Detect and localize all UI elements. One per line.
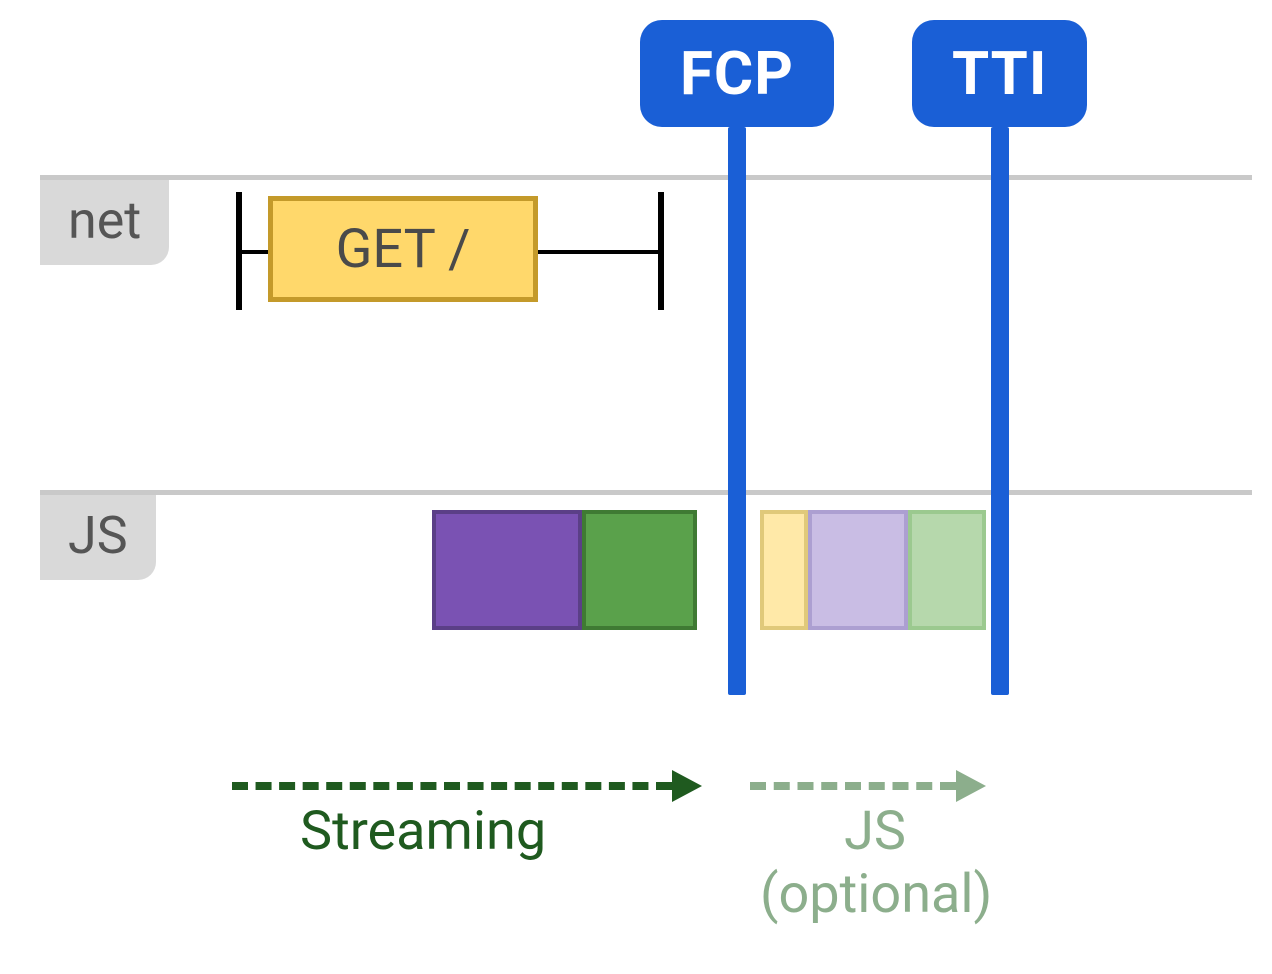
marker-fcp-badge: FCP (640, 20, 834, 127)
arrow-js-optional-label: JS (optional) (760, 800, 990, 926)
arrow-streaming-label: Streaming (300, 800, 546, 863)
js-task-purple (432, 510, 582, 630)
marker-tti: TTI (912, 20, 1087, 695)
arrow-streaming-line (232, 782, 672, 790)
net-request-start-tick (236, 192, 242, 310)
arrow-js-optional-line2: (optional) (760, 863, 992, 926)
marker-tti-badge: TTI (912, 20, 1087, 127)
arrow-js-optional-head-icon (956, 770, 986, 802)
marker-tti-stem (991, 127, 1009, 695)
arrow-streaming-head-icon (672, 770, 702, 802)
timeline-diagram: net GET / JS FCP TTI Streaming JS (optio… (0, 0, 1272, 974)
net-request-label: GET / (336, 218, 471, 281)
lane-js-label: JS (40, 495, 156, 580)
marker-fcp-stem (728, 127, 746, 695)
marker-fcp: FCP (640, 20, 834, 695)
arrow-streaming (232, 770, 702, 802)
lane-net-label: net (40, 180, 169, 265)
arrow-js-optional-line (750, 782, 956, 790)
net-request-box: GET / (268, 196, 538, 302)
arrow-js-optional (750, 770, 986, 802)
arrow-js-optional-line1: JS (844, 800, 906, 863)
